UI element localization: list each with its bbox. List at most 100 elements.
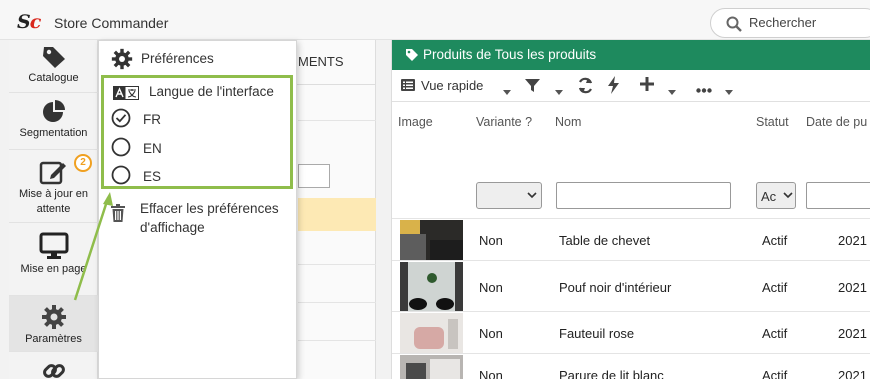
monitor-icon	[39, 232, 68, 259]
nav-label: Segmentation	[19, 127, 88, 139]
filter-icon[interactable]	[525, 78, 540, 96]
option-label: FR	[143, 112, 161, 127]
column-header-variant[interactable]: Variante ?	[476, 115, 532, 129]
product-thumbnail	[400, 262, 463, 311]
edit-icon	[39, 161, 66, 185]
app-title: Store Commander	[54, 15, 169, 31]
nav-layout[interactable]: Mise en page	[9, 223, 98, 296]
table-row[interactable]: Non Pouf noir d'intérieur Actif 2021	[392, 260, 870, 311]
nav-label: Catalogue	[28, 72, 79, 84]
nav-label: Paramètres	[25, 333, 82, 345]
preferences-menu: Préférences Langue de l'interface FR EN …	[98, 40, 297, 379]
column-header-date[interactable]: Date de pu	[806, 115, 867, 129]
name-filter-input[interactable]	[556, 182, 731, 209]
status-cell: Actif	[762, 233, 788, 248]
clear-preferences-label: Effacer les préférences d'affichage	[140, 201, 279, 235]
chevron-down-icon[interactable]	[668, 83, 676, 98]
search-input[interactable]	[749, 15, 869, 30]
status-cell: Actif	[762, 368, 788, 379]
more-icon[interactable]	[696, 81, 712, 96]
product-thumbnail	[400, 355, 463, 379]
panel-title: Produits de Tous les produits	[423, 47, 597, 62]
tag-icon	[42, 47, 65, 68]
status-filter-value: Ac	[761, 189, 777, 204]
chevron-down-icon	[527, 192, 537, 199]
link-icon	[42, 364, 65, 378]
table-row[interactable]: Non Table de chevet Actif 2021	[392, 218, 870, 260]
search-box[interactable]	[710, 8, 870, 38]
preferences-title: Préférences	[141, 51, 214, 66]
name-cell: Table de chevet	[559, 233, 651, 248]
nav-segmentation[interactable]: Segmentation	[9, 93, 98, 150]
nav-label: Mise en page	[20, 263, 87, 275]
nav-catalogue[interactable]: Catalogue	[9, 40, 98, 93]
date-cell: 2021	[838, 280, 867, 295]
name-cell: Fauteuil rose	[559, 326, 635, 341]
chevron-down-icon[interactable]	[555, 83, 563, 98]
chevron-down-icon[interactable]	[503, 83, 511, 98]
trash-icon	[111, 204, 125, 222]
language-option-fr[interactable]: FR	[111, 107, 281, 133]
chevron-down-icon	[783, 192, 793, 199]
product-thumbnail	[400, 220, 463, 260]
table-row[interactable]: Non Fauteuil rose Actif 2021	[392, 311, 870, 353]
filter-input[interactable]	[298, 164, 330, 188]
divider	[298, 120, 376, 121]
tag-icon	[406, 49, 418, 61]
variant-filter-select[interactable]	[476, 182, 542, 209]
option-label: ES	[143, 169, 162, 184]
toolbar: Vue rapide	[392, 70, 870, 102]
top-bar: Sc Store Commander	[0, 0, 870, 40]
column-header-status[interactable]: Statut	[756, 115, 789, 129]
app-logo[interactable]: Sc	[17, 11, 41, 33]
search-icon	[726, 16, 742, 32]
tab-partial[interactable]: MENTS	[298, 54, 344, 69]
variant-cell: Non	[479, 233, 503, 248]
products-panel: Produits de Tous les produits Vue rapide…	[391, 40, 870, 379]
nav-settings[interactable]: Paramètres	[9, 296, 98, 352]
divider	[298, 264, 376, 265]
list-icon	[401, 79, 415, 94]
product-thumbnail	[400, 313, 463, 353]
gear-icon	[111, 48, 133, 70]
nav-pending-updates[interactable]: 2 Mise à jour en attente	[9, 150, 98, 223]
gear-icon	[41, 305, 66, 329]
pie-chart-icon	[42, 100, 65, 122]
radio-icon[interactable]	[111, 165, 131, 185]
selected-row[interactable]	[298, 198, 376, 231]
nav-label: Mise à jour en attente	[18, 188, 89, 215]
name-cell: Pouf noir d'intérieur	[559, 280, 672, 295]
column-header-image[interactable]: Image	[398, 115, 433, 129]
variant-cell: Non	[479, 280, 503, 295]
date-cell: 2021	[838, 233, 867, 248]
date-cell: 2021	[838, 326, 867, 341]
panel-header: Produits de Tous les produits	[392, 40, 870, 70]
status-filter-select[interactable]: Ac	[756, 182, 796, 209]
variant-cell: Non	[479, 326, 503, 341]
left-navigation: Catalogue Segmentation 2 Mise à jour en …	[9, 40, 98, 379]
variant-cell: Non	[479, 368, 503, 379]
checked-radio-icon[interactable]	[111, 108, 131, 128]
refresh-icon[interactable]	[577, 77, 594, 97]
name-cell: Parure de lit blanc	[559, 368, 664, 379]
divider	[298, 302, 376, 303]
date-filter-input[interactable]	[806, 182, 870, 209]
nav-link[interactable]	[9, 352, 98, 379]
chevron-down-icon[interactable]	[725, 83, 733, 98]
language-section: Langue de l'interface FR EN ES	[101, 75, 293, 189]
divider	[298, 340, 376, 341]
option-label: EN	[143, 141, 162, 156]
notification-badge: 2	[74, 154, 92, 172]
column-header-name[interactable]: Nom	[555, 115, 581, 129]
quick-view-button[interactable]: Vue rapide	[421, 78, 483, 93]
language-icon	[113, 86, 139, 100]
status-cell: Actif	[762, 326, 788, 341]
table-row[interactable]: Non Parure de lit blanc Actif 2021	[392, 353, 870, 379]
language-option-es[interactable]: ES	[111, 164, 281, 190]
language-option-en[interactable]: EN	[111, 136, 281, 162]
radio-icon[interactable]	[111, 137, 131, 157]
plus-icon[interactable]	[640, 76, 654, 95]
language-section-title: Langue de l'interface	[149, 84, 274, 99]
lightning-icon[interactable]	[608, 76, 619, 97]
status-cell: Actif	[762, 280, 788, 295]
